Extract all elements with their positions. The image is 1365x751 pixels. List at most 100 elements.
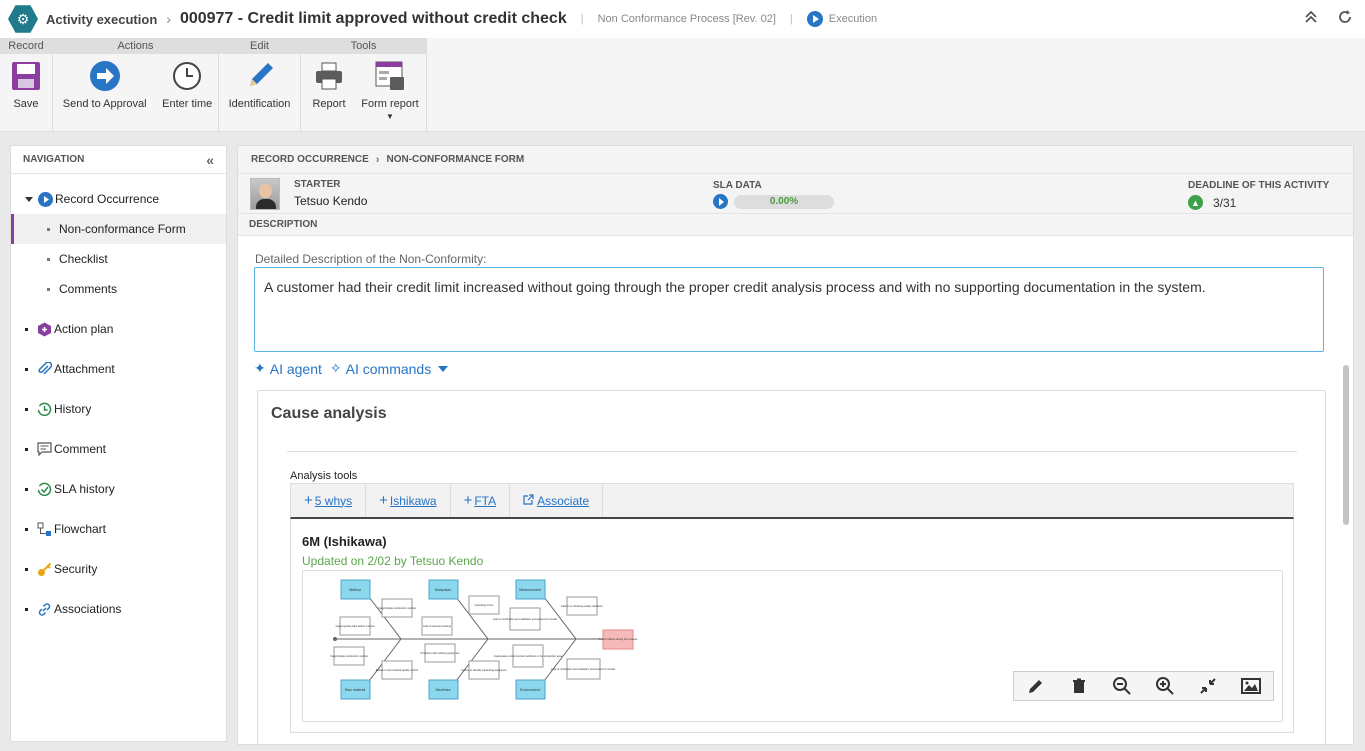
bullet	[25, 527, 28, 531]
arrow-right-circle-icon	[89, 60, 121, 92]
ishikawa-updated: Updated on 2/02 by Tetsuo Kendo	[302, 554, 484, 568]
bullet	[25, 407, 28, 411]
report-button[interactable]: Report	[301, 54, 357, 132]
diagram-toolbar	[1013, 671, 1274, 701]
send-to-approval-button[interactable]: Send to Approval	[53, 54, 156, 132]
ribbon-toolbar: Record Save Actions Send to Approval Ent…	[0, 38, 1365, 132]
nav-item-checklist[interactable]: Checklist	[11, 244, 226, 274]
edit-pencil-icon[interactable]	[1025, 675, 1047, 697]
nav-item-nonconformance-form[interactable]: Non-conformance Form	[11, 214, 226, 244]
form-report-button[interactable]: Form report ▼	[357, 54, 423, 132]
dropdown-caret-icon[interactable]: ▼	[386, 112, 394, 121]
dropdown-caret-icon	[438, 365, 449, 372]
description-header: DESCRIPTION	[238, 214, 1353, 236]
divider	[287, 451, 1297, 452]
sparkle-icon: ✦	[254, 360, 266, 376]
ribbon-group-record: Record Save	[0, 38, 53, 132]
plus-icon: +	[379, 492, 388, 509]
ai-commands-button[interactable]: ✧ AI commands	[329, 360, 449, 377]
diagram-category-text: Machines	[436, 688, 451, 692]
history-icon	[36, 401, 52, 417]
nav-item-action-plan[interactable]: Action plan	[11, 314, 226, 344]
deadline-value: 3/31	[1213, 195, 1237, 210]
main-scrollbar[interactable]	[1343, 365, 1349, 525]
image-icon[interactable]	[1240, 675, 1262, 697]
enter-time-button[interactable]: Enter time	[156, 54, 218, 132]
deadline-label: DEADLINE OF THIS ACTIVITY	[1188, 180, 1330, 191]
expand-caret-icon[interactable]	[25, 196, 33, 202]
nav-item-attachment[interactable]: Attachment	[11, 354, 226, 384]
breadcrumb-item[interactable]: RECORD OCCURRENCE	[251, 154, 369, 165]
save-label: Save	[13, 98, 39, 110]
nav-item-comments[interactable]: Comments	[11, 274, 226, 304]
printer-icon	[313, 60, 345, 92]
group-label: Actions	[53, 38, 218, 54]
ribbon-group-tools: Tools Report Form report ▼	[301, 38, 427, 132]
deadline: DEADLINE OF THIS ACTIVITY ▲ 3/31	[1188, 180, 1329, 210]
ishikawa-diagram[interactable]: Method Manpower Measurement Raw material…	[302, 570, 1283, 722]
clock-icon	[171, 60, 203, 92]
save-button[interactable]: Save	[0, 54, 52, 132]
tab-label: 5 whys	[314, 493, 353, 508]
nav-item-label: Comment	[54, 442, 107, 456]
diagram-cause-text: Failure in raw material quality control	[376, 668, 419, 672]
nav-item-label: Record Occurrence	[55, 192, 160, 206]
bullet	[25, 447, 28, 451]
add-5-whys-button[interactable]: + 5 whys	[291, 484, 367, 517]
collapse-up-icon[interactable]	[1303, 9, 1319, 30]
diagram-effect-text: Product failure during the process	[599, 637, 638, 641]
ribbon-group-edit: Edit Identification	[219, 38, 301, 132]
app-logo-icon: ⚙	[8, 5, 38, 33]
nav-item-comment[interactable]: Comment	[11, 434, 226, 464]
diagram-cause-text: Lack of verification and validation proc…	[493, 617, 558, 621]
report-label: Report	[312, 98, 346, 110]
ishikawa-card: 6M (Ishikawa) Updated on 2/02 by Tetsuo …	[290, 519, 1294, 733]
collapse-double-chevron-icon[interactable]: «	[206, 152, 214, 168]
sla-data: SLA DATA 0.00%	[713, 180, 834, 209]
bullet	[25, 367, 28, 371]
nav-item-label: Checklist	[59, 252, 108, 266]
nav-item-flowchart[interactable]: Flowchart	[11, 514, 226, 544]
play-circle-icon	[37, 191, 53, 207]
diagram-cause-text: Operating errors	[475, 603, 495, 607]
key-icon	[36, 561, 52, 577]
add-fta-button[interactable]: + FTA	[451, 484, 511, 517]
associate-button[interactable]: Associate	[510, 484, 604, 517]
avatar	[250, 177, 280, 210]
ai-agent-button[interactable]: AI agent	[270, 361, 322, 377]
process-name: Non Conformance Process [Rev. 02]	[597, 13, 776, 25]
navigation-title: NAVIGATION	[23, 154, 85, 165]
enter-time-label: Enter time	[162, 98, 213, 110]
description-field-label: Detailed Description of the Non-Conformi…	[255, 252, 487, 266]
nav-item-label: Associations	[54, 602, 122, 616]
diagram-cause-text: Inappropriate plant admin method	[336, 624, 375, 628]
navigation-header: NAVIGATION «	[11, 146, 226, 174]
diagram-cause-text: Failure to identify measuring equipment	[461, 668, 507, 672]
trash-icon[interactable]	[1068, 675, 1090, 697]
zoom-out-icon[interactable]	[1111, 675, 1133, 697]
magic-wand-icon: ✧	[329, 360, 342, 376]
external-link-icon	[523, 493, 534, 508]
identification-button[interactable]: Identification	[219, 54, 300, 132]
nav-item-history[interactable]: History	[11, 394, 226, 424]
nav-item-record-occurrence[interactable]: Record Occurrence	[11, 184, 226, 214]
bullet	[25, 567, 28, 571]
bullet	[25, 607, 28, 611]
diagram-category-text: Method	[349, 588, 361, 592]
bullet	[25, 487, 28, 491]
description-textarea[interactable]: A customer had their credit limit increa…	[254, 267, 1324, 352]
sla-play-icon	[713, 194, 728, 209]
nav-item-security[interactable]: Security	[11, 554, 226, 584]
zoom-in-icon[interactable]	[1154, 675, 1176, 697]
form-report-label: Form report	[361, 98, 419, 110]
nav-item-label: Non-conformance Form	[59, 222, 186, 236]
fit-compress-icon[interactable]	[1197, 675, 1219, 697]
nav-item-associations[interactable]: Associations	[11, 594, 226, 624]
ai-toolbar: ✦ AI agent ✧ AI commands	[254, 360, 449, 377]
add-ishikawa-button[interactable]: + Ishikawa	[366, 484, 451, 517]
refresh-icon[interactable]	[1337, 9, 1353, 30]
nav-item-sla-history[interactable]: SLA history	[11, 474, 226, 504]
diagram-cause-text: Problems with existing equipment	[421, 651, 460, 655]
diagram-cause-text: Inappropriate production method	[378, 606, 416, 610]
bullet	[47, 287, 50, 291]
